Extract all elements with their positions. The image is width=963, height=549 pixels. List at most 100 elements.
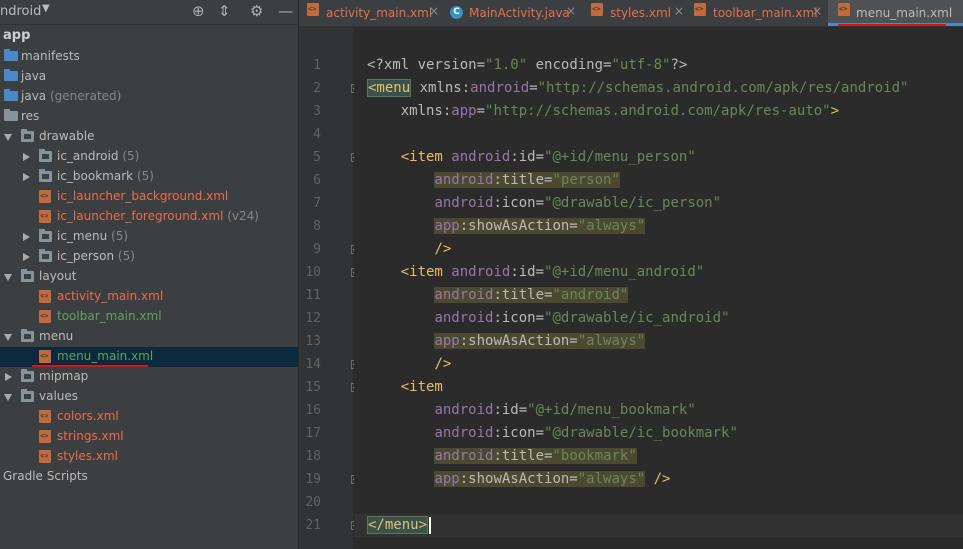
code-token: android: [470, 80, 530, 96]
tree-item-name: java: [21, 89, 47, 103]
line-number-text: 19: [305, 472, 321, 487]
code-line[interactable]: android:icon="@drawable/ic_person": [354, 192, 963, 215]
collapse-arrow-icon[interactable]: [23, 253, 30, 261]
line-number: 14: [299, 353, 353, 376]
line-number-text: 10: [305, 265, 321, 280]
code-line[interactable]: <item: [354, 376, 963, 399]
close-icon[interactable]: ×: [812, 4, 822, 18]
code-line[interactable]: android:title="android": [354, 284, 963, 307]
collapse-arrow-icon[interactable]: [23, 153, 30, 161]
tree-item-ic-bookmark[interactable]: ic_bookmark (5): [0, 167, 298, 187]
collapse-all-icon[interactable]: ⇕: [218, 3, 231, 19]
tree-item-colors[interactable]: colors.xml: [0, 407, 298, 427]
close-icon[interactable]: ×: [674, 4, 684, 18]
line-number-text: 16: [305, 403, 321, 418]
tree-item-drawable[interactable]: drawable: [0, 127, 298, 147]
locate-target-icon[interactable]: ⊕: [192, 3, 205, 19]
expand-arrow-icon[interactable]: [4, 274, 12, 281]
tree-item-styles[interactable]: styles.xml: [0, 447, 298, 467]
tree-item-gradle-scripts[interactable]: Gradle Scripts: [0, 467, 298, 487]
collapse-arrow-icon[interactable]: [5, 373, 12, 381]
tab-activity-main[interactable]: activity_main.xml ×: [305, 0, 441, 26]
gear-icon[interactable]: ⚙: [250, 3, 263, 19]
hide-panel-icon[interactable]: —: [278, 3, 293, 19]
tab-mainactivity[interactable]: C MainActivity.java ×: [447, 0, 581, 26]
tree-item-ic-android[interactable]: ic_android (5): [0, 147, 298, 167]
tree-item-label: java (generated): [21, 89, 121, 103]
code-line[interactable]: <menu xmlns:android="http://schemas.andr…: [354, 77, 963, 100]
code-line[interactable]: <item android:id="@+id/menu_android": [354, 261, 963, 284]
line-number-text: 11: [305, 288, 321, 303]
expand-arrow-icon[interactable]: [4, 334, 12, 341]
code-line[interactable]: <?xml version="1.0" encoding="utf-8"?>: [354, 54, 963, 77]
tree-item-label: res: [21, 109, 40, 123]
tree-item-ic-menu[interactable]: ic_menu (5): [0, 227, 298, 247]
line-number: 8: [299, 215, 353, 238]
line-number: 5: [299, 146, 353, 169]
tree-item-res[interactable]: res: [0, 107, 298, 127]
code-line[interactable]: xmlns:app="http://schemas.android.com/ap…: [354, 100, 963, 123]
tree-item-layout[interactable]: layout: [0, 267, 298, 287]
chevron-down-icon[interactable]: ▼: [42, 3, 50, 14]
code-line[interactable]: android:icon="@drawable/ic_bookmark": [354, 422, 963, 445]
line-number-text: 4: [313, 127, 321, 142]
tree-item-activity-main[interactable]: activity_main.xml: [0, 287, 298, 307]
tree-item-app[interactable]: app: [0, 27, 298, 47]
tree-item-java-generated[interactable]: java (generated): [0, 87, 298, 107]
code-editor[interactable]: <?xml version="1.0" encoding="utf-8"?> <m…: [354, 27, 963, 549]
line-number-text: 2: [313, 81, 321, 96]
code-token: "@drawable/ic_bookmark": [544, 425, 738, 441]
collapse-arrow-icon[interactable]: [23, 233, 30, 241]
code-line[interactable]: android:id="@+id/menu_bookmark": [354, 399, 963, 422]
tree-item-name: ic_bookmark: [57, 169, 134, 183]
project-view-selector[interactable]: ndroid: [0, 4, 41, 19]
tree-item-menu-main[interactable]: menu_main.xml: [0, 347, 298, 367]
code-line[interactable]: app:showAsAction="always": [354, 330, 963, 353]
tree-item-label: ic_bookmark (5): [57, 169, 154, 183]
tree-item-mipmap[interactable]: mipmap: [0, 367, 298, 387]
tree-item-ic-launcher-foreground[interactable]: ic_launcher_foreground.xml (v24): [0, 207, 298, 227]
code-line[interactable]: android:title="bookmark": [354, 445, 963, 468]
tree-item-ic-launcher-background[interactable]: ic_launcher_background.xml: [0, 187, 298, 207]
tree-item-label: strings.xml: [57, 429, 124, 443]
close-icon[interactable]: ×: [566, 4, 576, 18]
tree-item-manifests[interactable]: manifests: [0, 47, 298, 67]
line-number-text: 17: [305, 426, 321, 441]
code-token: android: [442, 264, 511, 280]
tree-item-ic-person[interactable]: ic_person (5): [0, 247, 298, 267]
expand-arrow-icon[interactable]: [4, 134, 12, 141]
code-line[interactable]: />: [354, 353, 963, 376]
tree-item-menu[interactable]: menu: [0, 327, 298, 347]
code-line[interactable]: app:showAsAction="always" />: [354, 468, 963, 491]
code-token: :showAsAction=: [459, 333, 578, 349]
collapse-arrow-icon[interactable]: [23, 173, 30, 181]
code-token: android: [434, 287, 494, 303]
code-token: "@+id/menu_android": [544, 264, 705, 280]
expand-arrow-icon[interactable]: [4, 394, 12, 401]
code-line[interactable]: [354, 491, 963, 514]
tree-item-label: java: [21, 69, 47, 83]
code-line[interactable]: [354, 123, 963, 146]
code-line[interactable]: <item android:id="@+id/menu_person": [354, 146, 963, 169]
code-token: >: [830, 103, 840, 119]
tree-item-toolbar-main[interactable]: toolbar_main.xml: [0, 307, 298, 327]
tab-toolbar-main[interactable]: toolbar_main.xml ×: [692, 0, 823, 26]
tab-styles[interactable]: styles.xml ×: [587, 0, 687, 26]
tree-item-java[interactable]: java: [0, 67, 298, 87]
project-toolbar: ndroid ▼ ⊕ ⇕ ⚙ —: [0, 0, 298, 25]
code-line[interactable]: </menu>: [354, 514, 963, 537]
close-icon[interactable]: ×: [429, 4, 439, 18]
code-line[interactable]: android:icon="@drawable/ic_android": [354, 307, 963, 330]
editor-tabs: activity_main.xml × C MainActivity.java …: [299, 0, 963, 27]
code-token: :showAsAction=: [459, 471, 578, 487]
tab-menu-main[interactable]: menu_main.xml: [828, 0, 963, 26]
tree-item-strings[interactable]: strings.xml: [0, 427, 298, 447]
code-line[interactable]: />: [354, 238, 963, 261]
line-number-text: 21: [305, 518, 321, 533]
code-line[interactable]: app:showAsAction="always": [354, 215, 963, 238]
code-line[interactable]: android:title="person": [354, 169, 963, 192]
tree-item-values[interactable]: values: [0, 387, 298, 407]
